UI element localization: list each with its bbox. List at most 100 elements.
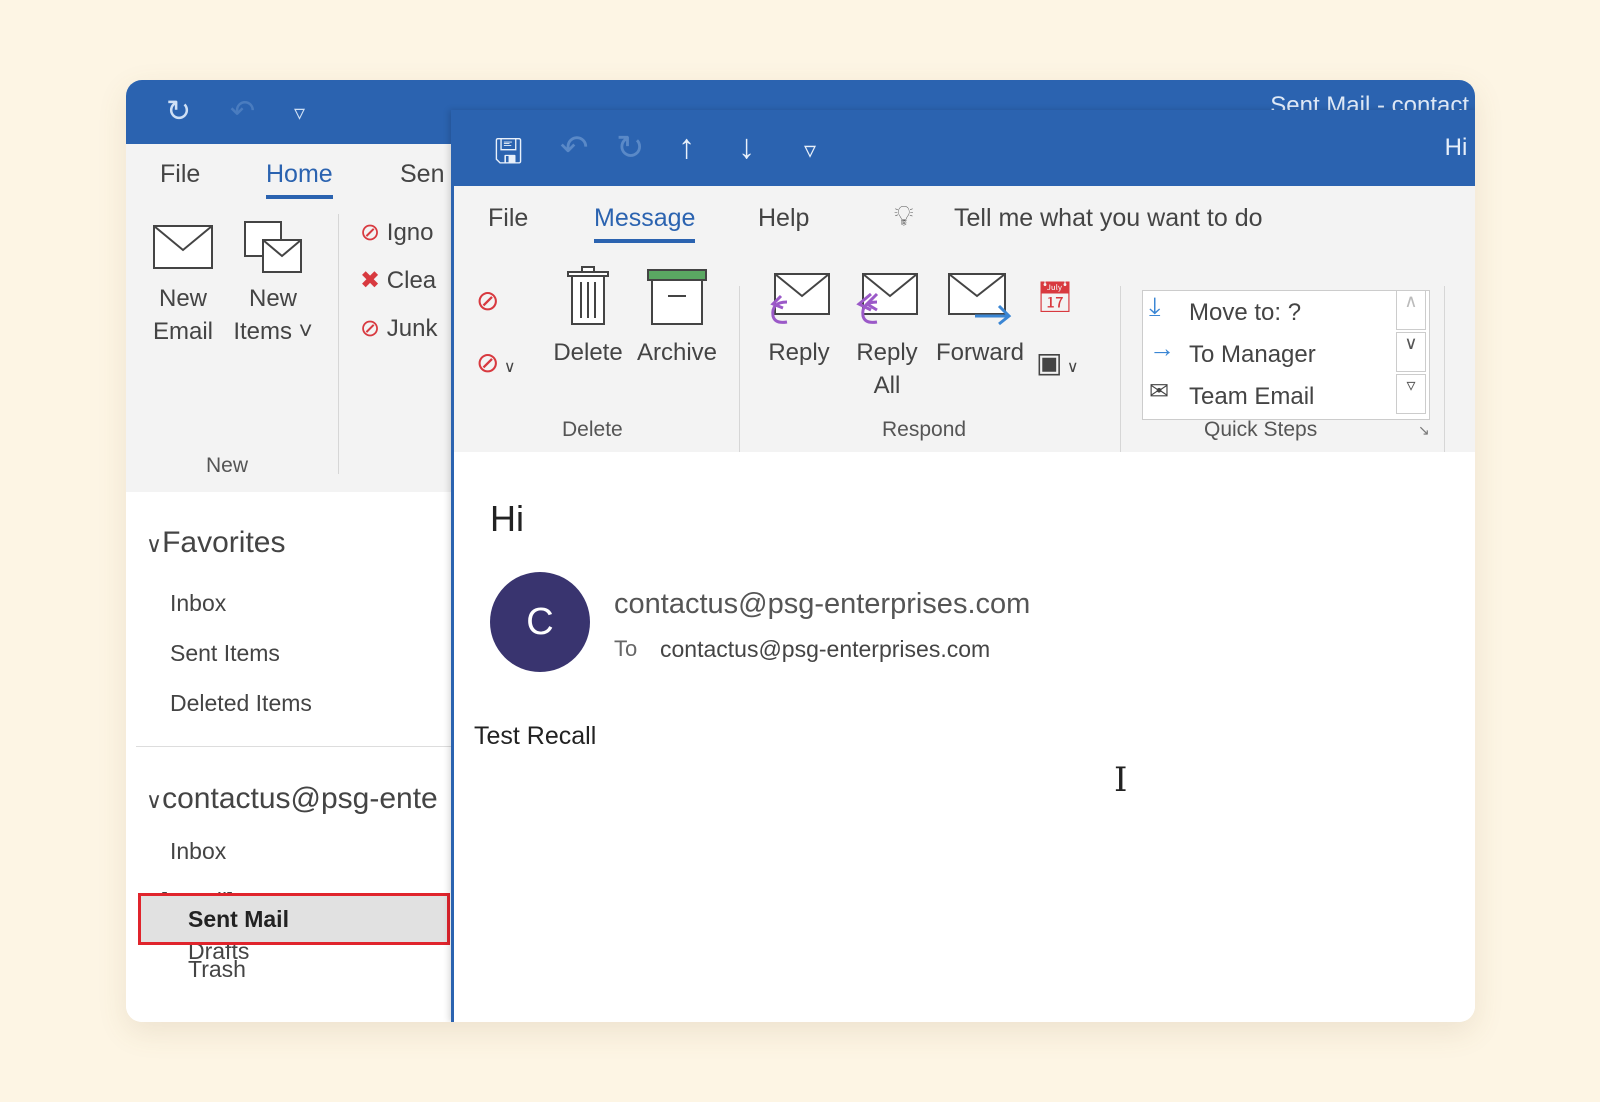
outlook-frame: ↻ ↶ ▿ Sent Mail - contact File Home Sen … <box>126 80 1475 1022</box>
ribbon-separator <box>1120 286 1121 456</box>
new-email-button[interactable]: New Email <box>148 224 218 348</box>
account-header[interactable]: ∨contactus@psg-ente <box>146 782 438 816</box>
quick-step-to-manager[interactable]: To Manager <box>1189 341 1316 369</box>
new-email-label-2: Email <box>152 318 213 345</box>
new-items-icon <box>244 221 302 273</box>
quick-steps-scroll-down[interactable]: ∨ <box>1396 332 1426 372</box>
account-inbox[interactable]: Inbox <box>170 838 226 865</box>
junk-icon: ⊘ <box>360 315 381 342</box>
reply-all-button[interactable]: Reply All <box>847 272 927 402</box>
quick-steps-more[interactable]: ▿ <box>1396 374 1426 414</box>
forward-button[interactable]: Forward <box>932 272 1028 369</box>
tab-message[interactable]: Message <box>594 204 696 243</box>
new-items-label-2: Items ˅ <box>233 318 313 345</box>
reply-all-label-1: Reply <box>856 339 918 366</box>
new-email-label-1: New <box>158 285 207 312</box>
folder-sent-mail[interactable]: Sent Mail <box>188 906 289 933</box>
ribbon-separator <box>1444 286 1445 456</box>
group-delete-label: Delete <box>562 418 623 441</box>
junk-button[interactable]: ⊘ Junk <box>360 314 437 343</box>
archive-button[interactable]: Archive <box>632 266 722 369</box>
ignore-button[interactable]: ⊘ Igno <box>360 218 434 247</box>
forward-label: Forward <box>935 339 1025 366</box>
message-window: 🖫 ↶ ↻ ↑ ↓ ▿ Hi - File Message Help 💡︎ Te… <box>451 110 1475 1022</box>
quick-steps-scroll-up[interactable]: ∧ <box>1396 290 1426 330</box>
clean-up-icon: ✖ <box>360 267 381 294</box>
undo-icon[interactable]: ↶ <box>560 128 589 168</box>
undo-icon[interactable]: ↶ <box>230 94 255 129</box>
lightbulb-icon: 💡︎ <box>894 200 914 231</box>
new-items-button[interactable]: New Items ˅ <box>228 218 318 348</box>
save-icon[interactable]: 🖫 <box>494 128 523 185</box>
avatar: C <box>490 572 590 672</box>
message-title-bar: 🖫 ↶ ↻ ↑ ↓ ▿ Hi - <box>454 110 1475 186</box>
message-body-text[interactable]: Test Recall <box>474 722 596 751</box>
chevron-down-icon: ∨ <box>146 532 163 557</box>
reply-label: Reply <box>768 339 830 366</box>
delete-label: Delete <box>553 339 623 366</box>
favorites-sent-items[interactable]: Sent Items <box>170 640 280 667</box>
ignore-icon[interactable]: ⊘ <box>476 284 499 317</box>
arrow-right-icon: → <box>1149 333 1175 363</box>
more-respond-icon[interactable]: ▣ ∨ <box>1036 346 1079 379</box>
favorites-header[interactable]: ∨Favorites <box>146 526 285 560</box>
meeting-reply-icon[interactable]: 📅︎ <box>1036 280 1074 315</box>
move-to-icon: ⤓ <box>1149 291 1161 321</box>
account-label: contactus@psg-ente <box>162 782 438 815</box>
message-window-title: Hi - <box>1444 134 1475 161</box>
group-respond-label: Respond <box>882 418 967 441</box>
junk-icon[interactable]: ⊘ ∨ <box>476 346 516 379</box>
recipient-address[interactable]: contactus@psg-enterprises.com <box>660 636 990 663</box>
quick-step-move-to[interactable]: Move to: ? <box>1189 299 1301 327</box>
selected-folder-highlight <box>138 893 450 945</box>
message-ribbon: File Message Help 💡︎ Tell me what you wa… <box>454 186 1475 456</box>
chevron-down-icon: ∨ <box>146 788 163 813</box>
reply-icon <box>770 273 830 324</box>
archive-label: Archive <box>636 339 718 366</box>
reply-all-label-2: All <box>873 372 901 399</box>
customize-quick-access-icon[interactable]: ▿ <box>294 100 305 126</box>
favorites-label: Favorites <box>162 526 286 559</box>
group-quick-steps-label: Quick Steps <box>1204 418 1318 441</box>
tab-home[interactable]: Home <box>266 160 333 199</box>
favorites-deleted-items[interactable]: Deleted Items <box>170 690 312 717</box>
sync-icon[interactable]: ↻ <box>166 94 191 129</box>
reply-button[interactable]: Reply <box>759 272 839 369</box>
tab-file[interactable]: File <box>160 160 200 189</box>
next-item-icon[interactable]: ↓ <box>738 128 755 167</box>
trash-icon <box>567 266 609 325</box>
folder-trash[interactable]: Trash <box>188 956 246 983</box>
ribbon-separator <box>739 286 740 456</box>
archive-icon <box>647 269 707 325</box>
ribbon-separator <box>338 214 339 474</box>
favorites-inbox[interactable]: Inbox <box>170 590 226 617</box>
group-new-label: New <box>206 454 249 477</box>
forward-icon <box>948 273 1012 326</box>
delete-button[interactable]: Delete <box>548 266 628 369</box>
previous-item-icon[interactable]: ↑ <box>678 128 695 167</box>
sender-address[interactable]: contactus@psg-enterprises.com <box>614 588 1030 621</box>
dialog-launcher-icon[interactable]: ↘ <box>1418 422 1430 439</box>
message-body-pane: Hi C contactus@psg-enterprises.com To co… <box>454 452 1475 1022</box>
clean-up-label: Clea <box>386 267 437 294</box>
tab-help[interactable]: Help <box>758 204 809 233</box>
tab-send-receive[interactable]: Sen <box>400 160 444 189</box>
ignore-icon: ⊘ <box>360 219 381 246</box>
quick-step-team-email[interactable]: Team Email <box>1189 383 1314 411</box>
message-subject: Hi <box>490 498 524 539</box>
tab-file[interactable]: File <box>488 204 528 233</box>
reply-all-icon <box>856 273 918 324</box>
envelope-icon <box>153 225 213 269</box>
new-items-label-1: New <box>248 285 297 312</box>
junk-label: Junk <box>386 315 438 342</box>
quick-steps-gallery: ⤓ Move to: ? → To Manager ✉ Team Email <box>1142 290 1430 420</box>
redo-icon[interactable]: ↻ <box>616 128 645 168</box>
ignore-label: Igno <box>386 219 434 246</box>
envelope-icon: ✉ <box>1149 378 1170 405</box>
pane-divider <box>136 746 456 747</box>
tell-me-search[interactable]: Tell me what you want to do <box>954 204 1263 233</box>
to-label: To <box>614 636 638 661</box>
clean-up-button[interactable]: ✖ Clea <box>360 266 436 295</box>
text-cursor-icon: I <box>1114 760 1128 800</box>
customize-quick-access-icon[interactable]: ▿ <box>804 136 816 165</box>
